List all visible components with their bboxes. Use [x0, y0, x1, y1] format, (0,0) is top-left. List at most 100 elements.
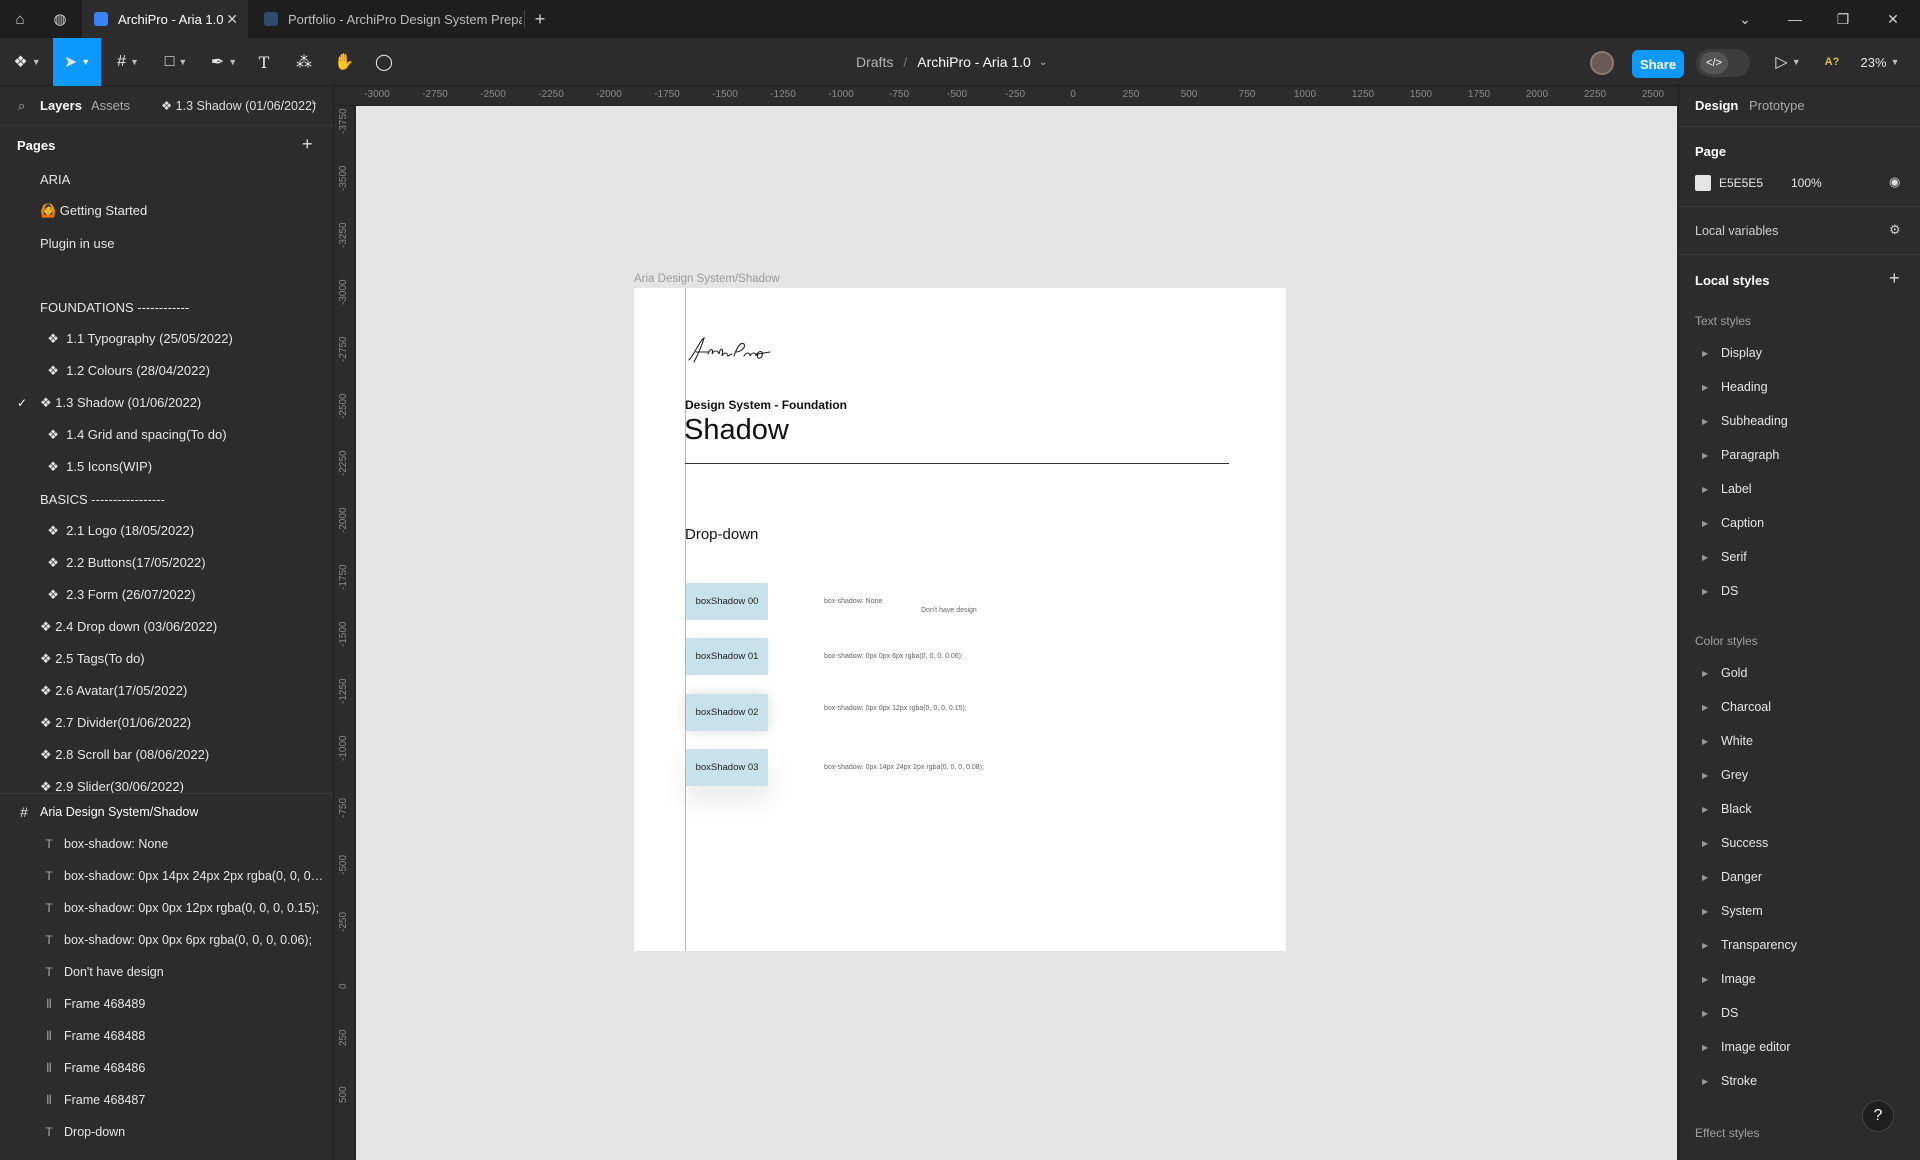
chevron-down-icon[interactable]: ⌄	[1722, 0, 1768, 38]
layer-item[interactable]: T Don't have design	[0, 956, 333, 988]
shadow-note-01[interactable]: box-shadow: 0px 0px 6px rgba(0, 0, 0, 0.…	[824, 653, 963, 660]
style-group-item[interactable]: ▶ Transparency	[1679, 931, 1920, 959]
add-style-button[interactable]: +	[1889, 268, 1900, 289]
browser-tab-archipro[interactable]: ArchiPro - Aria 1.0 ✕	[82, 0, 248, 38]
style-group-item[interactable]: ▶ System	[1679, 897, 1920, 925]
page-item[interactable]: ❖ 2.1 Logo (18/05/2022)	[0, 515, 333, 547]
comment-tool-button[interactable]: ◯	[372, 38, 396, 86]
variables-settings-icon[interactable]: ⚙	[1889, 222, 1901, 238]
layer-item[interactable]: Tbox-shadow: None	[0, 828, 333, 860]
avatar[interactable]	[1590, 51, 1614, 75]
canvas[interactable]: Aria Design System/Shadow Design System …	[356, 106, 1677, 1160]
new-tab-button[interactable]: +	[520, 0, 560, 38]
tab-assets[interactable]: Assets	[91, 98, 130, 113]
zoom-menu[interactable]: 23% ▼	[1854, 38, 1906, 86]
page-item[interactable]: ❖ 2.5 Tags(To do)	[0, 643, 333, 675]
style-group-item[interactable]: ▶ DS	[1679, 577, 1920, 605]
shadow-note-00[interactable]: box-shadow: None	[824, 598, 882, 605]
page-item[interactable]: ❖ 2.6 Avatar(17/05/2022)	[0, 675, 333, 707]
share-button[interactable]: Share	[1632, 50, 1684, 78]
add-page-button[interactable]: +	[302, 134, 313, 155]
shadow-swatch-01[interactable]: boxShadow 01	[686, 638, 768, 675]
style-group-item[interactable]: ▶ Success	[1679, 829, 1920, 857]
minimize-icon[interactable]: —	[1772, 0, 1818, 38]
no-design-note[interactable]: Don't have design	[921, 607, 977, 614]
user-badge[interactable]: A?	[1820, 38, 1844, 86]
page-item[interactable]: ARIA	[0, 163, 333, 195]
style-group-item[interactable]: ▶ Caption	[1679, 509, 1920, 537]
page-item[interactable]: ❖ 2.2 Buttons(17/05/2022)	[0, 547, 333, 579]
text-tool-button[interactable]: T	[252, 38, 276, 86]
style-group-item[interactable]: ▶ White	[1679, 727, 1920, 755]
page-item[interactable]: ❖ 2.3 Form (26/07/2022)	[0, 579, 333, 611]
close-window-icon[interactable]: ✕	[1870, 0, 1916, 38]
shadow-swatch-02[interactable]: boxShadow 02	[686, 694, 768, 731]
style-group-item[interactable]: ▶ DS	[1679, 999, 1920, 1027]
page-item[interactable]: FOUNDATIONS ------------	[0, 291, 333, 323]
page-item[interactable]: ❖ 2.8 Scroll bar (08/06/2022)	[0, 739, 333, 771]
page-color-swatch[interactable]	[1695, 175, 1711, 191]
page-opacity-value[interactable]: 100%	[1791, 176, 1822, 190]
browser-tab-portfolio[interactable]: Portfolio - ArchiPro Design System Prepa…	[252, 0, 522, 38]
resources-button[interactable]: ⁂	[292, 38, 316, 86]
dev-mode-toggle[interactable]: </>	[1696, 49, 1750, 77]
style-group-item[interactable]: ▶ Danger	[1679, 863, 1920, 891]
file-name[interactable]: ArchiPro - Aria 1.0	[917, 54, 1031, 70]
style-group-item[interactable]: ▶ Black	[1679, 795, 1920, 823]
page-item[interactable]: ✓ ❖ 1.3 Shadow (01/06/2022)	[0, 387, 333, 419]
style-group-item[interactable]: ▶ Charcoal	[1679, 693, 1920, 721]
page-item[interactable]: BASICS -----------------	[0, 483, 333, 515]
frame-tool-button[interactable]: # ▼	[108, 38, 148, 86]
page-item[interactable]: ❖ 1.2 Colours (28/04/2022)	[0, 355, 333, 387]
frame-label[interactable]: Aria Design System/Shadow	[634, 273, 780, 285]
globe-icon[interactable]: ◍	[40, 0, 80, 38]
move-tool-button[interactable]: ➤ ▼	[53, 38, 101, 86]
local-variables[interactable]: Local variables	[1695, 224, 1778, 238]
eye-icon[interactable]: ◉	[1889, 174, 1900, 190]
page-item[interactable]: 🙆 Getting Started	[0, 195, 333, 227]
page-item[interactable]: ❖ 2.7 Divider(01/06/2022)	[0, 707, 333, 739]
tab-layers[interactable]: Layers	[40, 98, 82, 113]
page-item[interactable]: ❖ 1.5 Icons(WIP)	[0, 451, 333, 483]
style-group-item[interactable]: ▶ Image editor	[1679, 1033, 1920, 1061]
tab-design[interactable]: Design	[1695, 98, 1738, 113]
layer-item[interactable]: ⦀ Frame 468486	[0, 1052, 333, 1084]
page-color-value[interactable]: E5E5E5	[1719, 176, 1763, 190]
style-group-item[interactable]: ▶ Image	[1679, 965, 1920, 993]
layer-item[interactable]: Tbox-shadow: 0px 0px 12px rgba(0, 0, 0, …	[0, 892, 333, 924]
style-group-item[interactable]: ▶ Stroke	[1679, 1067, 1920, 1095]
shape-tool-button[interactable]: □ ▼	[156, 38, 196, 86]
style-group-item[interactable]: ▶ Serif	[1679, 543, 1920, 571]
home-icon[interactable]: ⌂	[0, 0, 40, 38]
shadow-swatch-00[interactable]: boxShadow 00	[686, 583, 768, 620]
layer-item[interactable]: T Drop-down	[0, 1116, 333, 1148]
shadow-note-02[interactable]: box-shadow: 0px 0px 12px rgba(0, 0, 0, 0…	[824, 705, 967, 712]
layer-item[interactable]: ⦀ Frame 468489	[0, 988, 333, 1020]
shadow-swatch-03[interactable]: boxShadow 03	[686, 749, 768, 786]
layer-item[interactable]: Tbox-shadow: 0px 0px 6px rgba(0, 0, 0, 0…	[0, 924, 333, 956]
close-tab-icon[interactable]: ✕	[226, 11, 238, 28]
chevron-down-icon[interactable]: ⌄	[1039, 57, 1047, 68]
shadow-note-03[interactable]: box-shadow: 0px 14px 24px 2px rgba(0, 0,…	[824, 764, 984, 771]
chevron-up-icon[interactable]: ⌃	[310, 101, 318, 112]
style-group-item[interactable]: ▶ Grey	[1679, 761, 1920, 789]
pen-tool-button[interactable]: ✒ ▼	[204, 38, 244, 86]
restore-icon[interactable]: ❐	[1820, 0, 1866, 38]
page-item[interactable]	[0, 259, 333, 291]
design-frame[interactable]: Design System - Foundation Shadow Drop-d…	[634, 288, 1286, 951]
layer-frame-root[interactable]: # Aria Design System/Shadow	[0, 796, 333, 828]
present-button[interactable]: ▷ ▼	[1772, 38, 1804, 86]
style-group-item[interactable]: ▶ Subheading	[1679, 407, 1920, 435]
layer-item[interactable]: Tbox-shadow: 0px 14px 24px 2px rgba(0, 0…	[0, 860, 333, 892]
search-icon[interactable]: ⌕	[18, 98, 25, 114]
main-menu-button[interactable]: ❖ ▼	[10, 38, 44, 86]
style-group-item[interactable]: ▶ Gold	[1679, 659, 1920, 687]
style-group-item[interactable]: ▶ Heading	[1679, 373, 1920, 401]
page-item[interactable]: ❖ 2.4 Drop down (03/06/2022)	[0, 611, 333, 643]
page-item[interactable]: Plugin in use	[0, 227, 333, 259]
tab-prototype[interactable]: Prototype	[1749, 98, 1805, 113]
page-item[interactable]: ❖ 1.4 Grid and spacing(To do)	[0, 419, 333, 451]
layer-item[interactable]: ⦀ Frame 468487	[0, 1084, 333, 1116]
page-item[interactable]: ❖ 1.1 Typography (25/05/2022)	[0, 323, 333, 355]
layer-item[interactable]: ⦀ Frame 468488	[0, 1020, 333, 1052]
